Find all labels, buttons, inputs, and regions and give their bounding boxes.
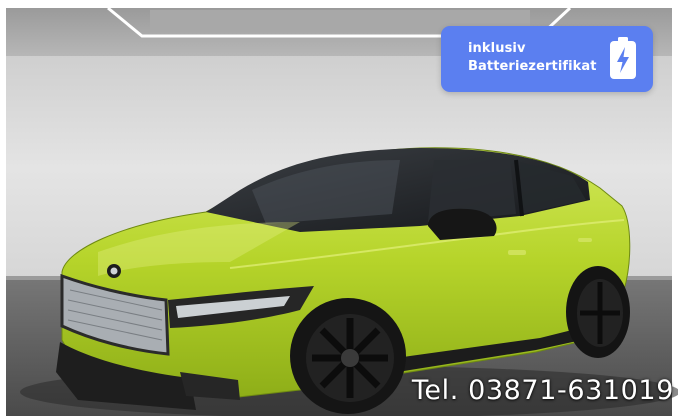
photo-stage: inklusiv Batteriezertifikat Tel. 03871-6… <box>0 0 678 416</box>
badge-line-1: inklusiv <box>468 41 526 56</box>
badge-text: inklusiv Batteriezertifikat <box>468 40 597 76</box>
battery-charging-icon <box>610 37 636 79</box>
battery-certificate-badge: inklusiv Batteriezertifikat <box>441 26 653 92</box>
phone-number-overlay: Tel. 03871-631019 <box>411 375 674 406</box>
badge-line-2: Batteriezertifikat <box>468 59 597 74</box>
